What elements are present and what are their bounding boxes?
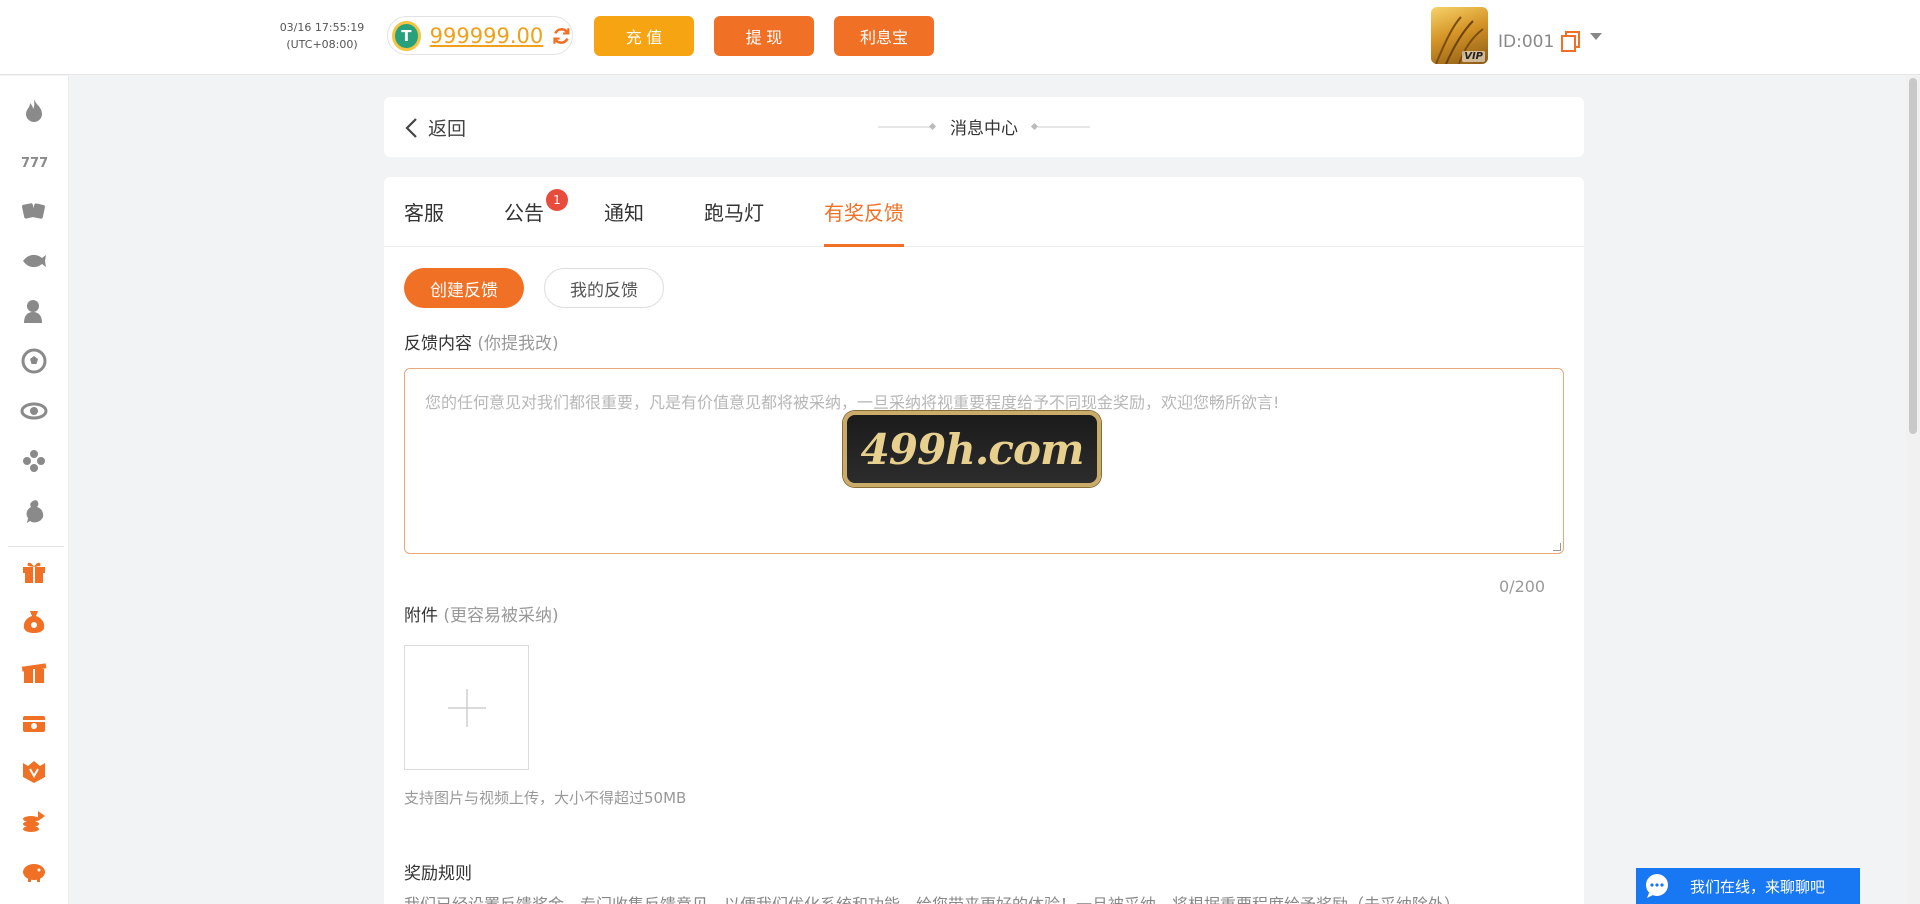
balance-amount[interactable]: 999999.00 bbox=[430, 24, 544, 48]
money-bag-icon bbox=[23, 611, 45, 633]
upload-note: 支持图片与视频上传，大小不得超过50MB bbox=[404, 789, 687, 807]
sidebar-item-gift-box[interactable] bbox=[19, 656, 49, 686]
feedback-content-label: 反馈内容 (你提我改) bbox=[404, 329, 559, 354]
tab-label: 有奖反馈 bbox=[824, 201, 904, 225]
tab-marquee[interactable]: 跑马灯 bbox=[704, 197, 764, 247]
attachment-label: 附件 (更容易被采纳) bbox=[404, 601, 559, 626]
my-feedback-button[interactable]: 我的反馈 bbox=[544, 268, 664, 308]
message-tabs: 客服 公告 1 通知 跑马灯 有奖反馈 bbox=[384, 177, 1584, 247]
page-title-text: 消息中心 bbox=[950, 119, 1018, 139]
chat-label: 我们在线，来聊聊吧 bbox=[1690, 877, 1826, 896]
chevron-down-icon[interactable] bbox=[1590, 33, 1602, 40]
coin-stack-icon bbox=[23, 811, 45, 832]
page-header: 返回 消息中心 bbox=[384, 97, 1584, 157]
vip-badge-icon bbox=[23, 761, 45, 783]
tab-notifications[interactable]: 通知 bbox=[604, 197, 644, 247]
sidebar-item-savings[interactable] bbox=[19, 856, 49, 886]
sidebar-item-hot[interactable] bbox=[19, 96, 49, 126]
unread-badge: 1 bbox=[546, 189, 568, 211]
sidebar-item-fishing[interactable] bbox=[19, 246, 49, 276]
chevron-left-icon bbox=[405, 117, 417, 138]
textarea-placeholder: 您的任何意见对我们都很重要，凡是有价值意见都将被采纳，一旦采纳将视重要程度给予不… bbox=[425, 393, 1280, 412]
sidebar-item-cards[interactable] bbox=[19, 196, 49, 226]
title-ornament-right bbox=[1030, 122, 1090, 130]
chat-bubble-icon bbox=[1646, 874, 1668, 898]
sidebar-item-money-bag[interactable] bbox=[19, 606, 49, 636]
sidebar: 777 bbox=[0, 76, 69, 904]
tab-customer-service[interactable]: 客服 bbox=[404, 197, 444, 247]
page-scrollbar[interactable] bbox=[1906, 76, 1920, 904]
slots-icon: 777 bbox=[21, 156, 48, 171]
tab-label: 公告 bbox=[504, 201, 544, 225]
label-hint: (你提我改) bbox=[477, 334, 559, 354]
lottery-icon bbox=[23, 450, 45, 472]
feedback-textarea[interactable]: 您的任何意见对我们都很重要，凡是有价值意见都将被采纳，一旦采纳将视重要程度给予不… bbox=[404, 368, 1564, 554]
user-id: ID:001 bbox=[1498, 32, 1555, 52]
character-counter: 0/200 bbox=[1499, 577, 1546, 596]
piggy-bank-icon bbox=[23, 864, 45, 882]
copy-icon[interactable] bbox=[1561, 31, 1580, 52]
rules-title: 奖励规则 bbox=[404, 864, 472, 884]
upload-button[interactable] bbox=[404, 645, 529, 770]
message-center-panel: 客服 公告 1 通知 跑马灯 有奖反馈 创建反馈 我的反馈 反馈内容 (你提我改… bbox=[384, 177, 1584, 904]
live-chat-button[interactable]: 我们在线，来聊聊吧 bbox=[1636, 868, 1860, 904]
soccer-icon bbox=[21, 348, 47, 374]
site-watermark-logo: 499h.com bbox=[843, 411, 1101, 487]
cockfight-icon bbox=[26, 500, 44, 523]
sidebar-item-esports[interactable] bbox=[19, 396, 49, 426]
tab-feedback-rewards[interactable]: 有奖反馈 bbox=[824, 197, 904, 247]
tab-label: 客服 bbox=[404, 201, 444, 225]
balance-pill: T 999999.00 bbox=[387, 16, 573, 55]
page-title: 消息中心 bbox=[874, 114, 1094, 139]
refresh-icon[interactable] bbox=[551, 25, 572, 47]
sidebar-item-slots[interactable]: 777 bbox=[19, 146, 49, 176]
withdraw-button[interactable]: 提 现 bbox=[714, 16, 814, 56]
top-bar: 03/16 17:55:19 (UTC+08:00) T 999999.00 充… bbox=[0, 0, 1920, 75]
deposit-button[interactable]: 充 值 bbox=[594, 16, 694, 56]
gift-box-icon bbox=[21, 663, 47, 683]
flame-icon bbox=[26, 99, 42, 122]
create-feedback-button[interactable]: 创建反馈 bbox=[404, 268, 524, 308]
gift-icon bbox=[23, 562, 45, 583]
interest-button[interactable]: 利息宝 bbox=[834, 16, 934, 56]
sidebar-item-vip[interactable] bbox=[19, 756, 49, 786]
sidebar-divider bbox=[8, 546, 64, 547]
resize-handle[interactable] bbox=[1553, 543, 1561, 551]
svg-text:777: 777 bbox=[21, 156, 48, 171]
usdt-coin-icon: T bbox=[392, 20, 421, 51]
fish-icon bbox=[23, 254, 46, 268]
sidebar-item-cockfight[interactable] bbox=[19, 496, 49, 526]
live-dealer-icon bbox=[24, 300, 42, 323]
label-text: 附件 bbox=[404, 606, 438, 626]
sidebar-item-rebate[interactable] bbox=[19, 806, 49, 836]
tab-label: 通知 bbox=[604, 201, 644, 225]
treasure-chest-icon bbox=[23, 716, 45, 732]
back-button[interactable]: 返回 bbox=[404, 114, 466, 141]
sidebar-item-chest[interactable] bbox=[19, 706, 49, 736]
label-hint: (更容易被采纳) bbox=[443, 606, 559, 626]
plus-icon bbox=[447, 688, 486, 727]
sidebar-item-gift[interactable] bbox=[19, 556, 49, 586]
clock-timezone: (UTC+08:00) bbox=[286, 38, 358, 51]
server-clock: 03/16 17:55:19 (UTC+08:00) bbox=[276, 19, 368, 53]
sidebar-item-lottery[interactable] bbox=[19, 446, 49, 476]
back-label: 返回 bbox=[428, 118, 467, 140]
label-text: 反馈内容 bbox=[404, 334, 472, 354]
vip-label: VIP bbox=[1462, 51, 1485, 62]
sidebar-item-sports[interactable] bbox=[19, 346, 49, 376]
sidebar-item-live[interactable] bbox=[19, 296, 49, 326]
cards-icon bbox=[22, 203, 45, 219]
rules-text: 我们已经设置反馈奖金，专门收集反馈意见，以便我们优化系统和功能，给您带来更好的体… bbox=[404, 891, 1564, 904]
title-ornament-left bbox=[878, 122, 937, 130]
tab-label: 跑马灯 bbox=[704, 201, 764, 225]
tab-announcements[interactable]: 公告 1 bbox=[504, 189, 568, 247]
avatar[interactable]: VIP bbox=[1431, 7, 1488, 64]
clock-datetime: 03/16 17:55:19 bbox=[279, 21, 365, 34]
esports-icon bbox=[20, 402, 48, 420]
scrollbar-thumb[interactable] bbox=[1909, 78, 1917, 434]
watermark-text: 499h.com bbox=[860, 424, 1085, 474]
